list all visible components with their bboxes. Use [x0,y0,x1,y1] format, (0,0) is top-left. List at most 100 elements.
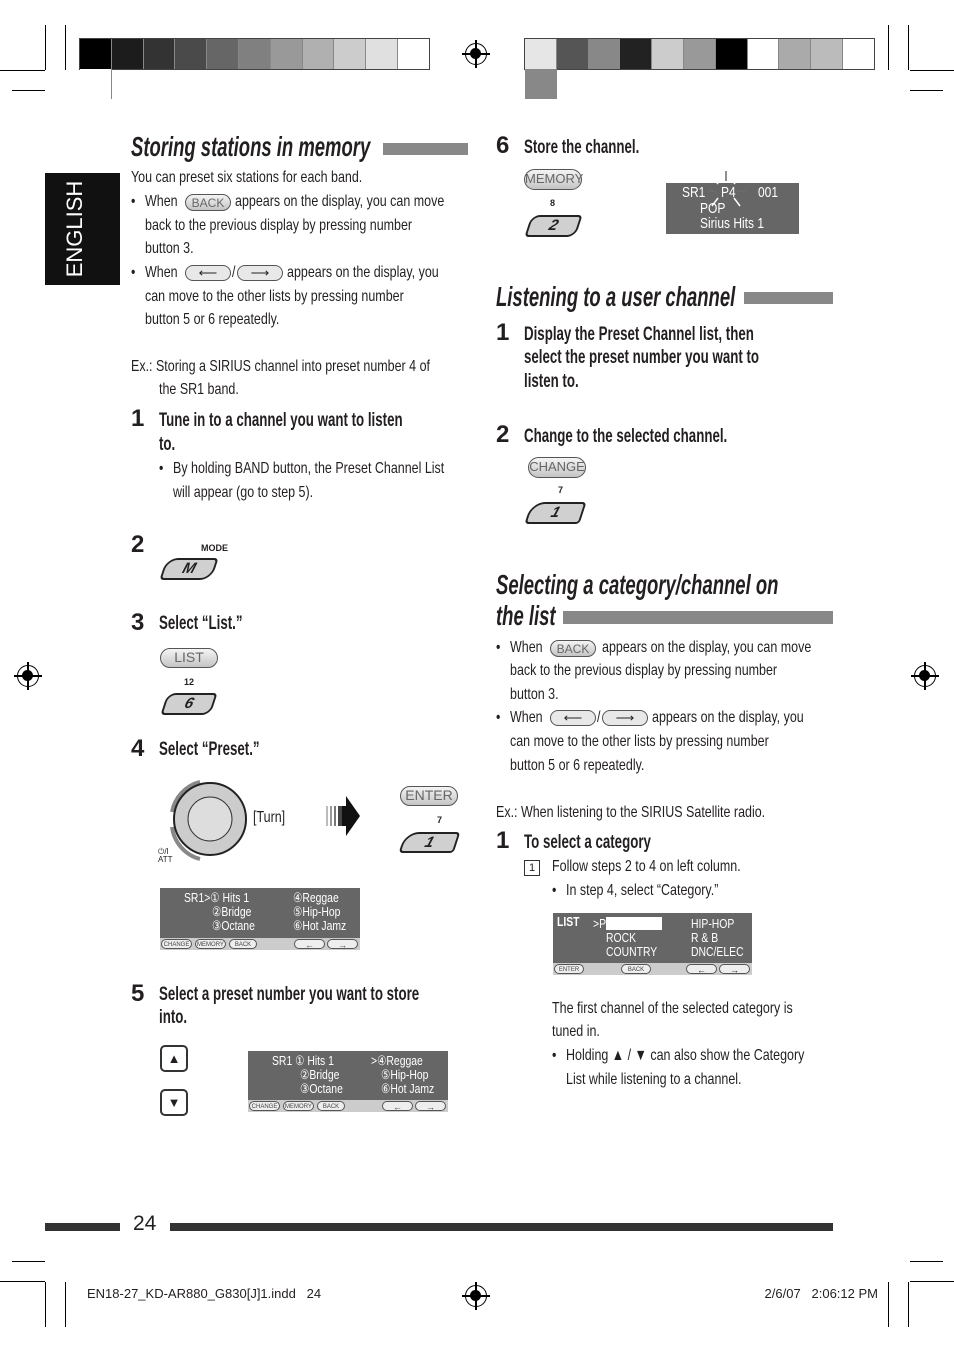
display-text: ④Reggae [293,890,339,905]
power-att-label: ⏻/I ATT [158,847,173,864]
bullet-text: button 3. [510,686,559,703]
color-swatch [556,39,589,69]
bullet-dot: • [159,460,164,477]
color-swatch [779,39,812,69]
color-swatch [620,39,653,69]
color-swatch [175,39,208,69]
list-button-graphic: LIST [160,648,218,668]
color-swatch [525,69,557,99]
step-number: 3 [131,609,145,636]
display-text: SR1 [682,184,706,201]
display-change-label: CHANGE [161,939,192,949]
result-text: tuned in. [552,1023,600,1040]
display-back-label: BACK [229,939,257,949]
substep-box: 1 [524,860,540,876]
display-text: SR1>① Hits 1 [184,890,250,905]
step-heading: To select a category [524,832,651,853]
bullet-text: When [145,193,178,210]
step-number: 2 [496,421,510,448]
left-arrow-button-graphic: ⟵ [550,710,596,726]
step-number: 2 [131,531,145,558]
language-tab-label: ENGLISH [62,180,87,278]
example-text: Ex.: When listening to the SIRIUS Satell… [496,804,766,821]
crop-mark [908,1282,909,1327]
crop-mark [910,70,954,71]
bullet-text: appears on the display, you [287,264,439,281]
crop-mark [888,1282,889,1327]
display-text: Sirius Hits 1 [700,215,765,232]
turn-label: [Turn] [253,809,286,826]
mode-label: MODE [201,543,228,553]
crop-mark [45,25,46,70]
crop-mark [65,25,66,70]
crop-mark [908,25,909,70]
bullet-text: button 3. [145,240,194,257]
bullet-text: button 5 or 6 repeatedly. [145,311,280,328]
display-button-strip: CHANGE MEMORY BACK ← → [248,1100,448,1112]
holding-note: Holding ▲ / ▼ can also show the Category [566,1047,805,1064]
display-button-strip: CHANGE MEMORY BACK ← → [160,938,360,950]
bullet-dot: • [496,709,501,726]
step-heading: select the preset number you want to [524,347,760,368]
button-number-label: 8 [550,198,556,208]
separator: / [597,709,601,726]
section-title-listening: Listening to a user channel [496,281,736,312]
display-text: ⑤Hip-Hop [293,904,341,919]
crop-mark [45,1282,46,1327]
bullet-dot: • [131,193,136,210]
bullet-text: When [510,639,543,656]
page-number: 24 [133,1212,157,1235]
color-swatch [683,39,716,69]
display-text: ③Octane [300,1081,343,1096]
bullet-text: back to the previous display by pressing… [510,662,778,679]
step-heading: Store the channel. [524,137,640,158]
example-text: the SR1 band. [159,381,239,398]
display-text: R & B [691,930,719,945]
change-button-graphic: CHANGE [528,457,586,478]
display-button-strip: ENTER BACK ← → [553,963,752,975]
crop-mark [0,70,45,71]
down-button-graphic: ▼ [160,1089,188,1116]
display-back-label: BACK [317,1101,345,1111]
display-right-arrow: → [415,1101,446,1112]
arrow-right-icon [326,796,360,836]
section-title-storing: Storing stations in memory [131,131,371,162]
display-screen-list: LIST >POP HIP-HOP ROCK R & B COUNTRY DNC… [553,913,752,975]
display-text: ②Bridge [212,904,252,919]
display-screen-2: SR1 ① Hits 1 >④Reggae ②Bridge ⑤Hip-Hop ③… [248,1051,448,1112]
color-swatch [80,69,112,99]
crop-mark [65,1282,66,1327]
manual-page: ENGLISH Storing stations in memory You c… [0,0,954,1352]
color-swatch [525,39,557,69]
display-text: DNC/ELEC [691,944,744,959]
holding-note: List while listening to a channel. [566,1071,742,1088]
bullet-dot: • [552,1047,557,1064]
enter-button-graphic: ENTER [400,786,458,806]
display-text: ③Octane [212,918,255,933]
crop-mark [0,1281,45,1282]
color-swatch [143,39,176,69]
display-screen-store: SR1 P4 001 POP Sirius Hits 1 [666,171,799,234]
step-number: 1 [496,319,510,346]
display-left-arrow: ← [294,939,325,950]
step-heading: to. [159,434,176,455]
bullet-text: can move to the other lists by pressing … [510,733,769,750]
display-right-arrow: → [719,964,750,975]
color-swatch [588,39,621,69]
title-bar [383,143,468,155]
bullet-text: appears on the display, you can move [235,193,445,210]
section-title-selecting: Selecting a category/channel on [496,569,779,600]
number-6-button-graphic: 6 [160,693,218,715]
display-text: >POP [593,916,622,931]
crop-mark [12,90,45,91]
bullet-text: appears on the display, you [652,709,804,726]
memory-button-graphic: MEMORY [524,169,583,190]
mode-button-graphic: M [159,558,219,580]
bullet-dot: • [496,639,501,656]
color-swatch [270,39,303,69]
display-text: ROCK [606,930,637,945]
crop-mark [888,25,889,70]
step-number: 4 [131,735,145,762]
step-heading: Tune in to a channel you want to listen [159,410,403,431]
number-1-button-graphic: 1 [524,502,587,524]
